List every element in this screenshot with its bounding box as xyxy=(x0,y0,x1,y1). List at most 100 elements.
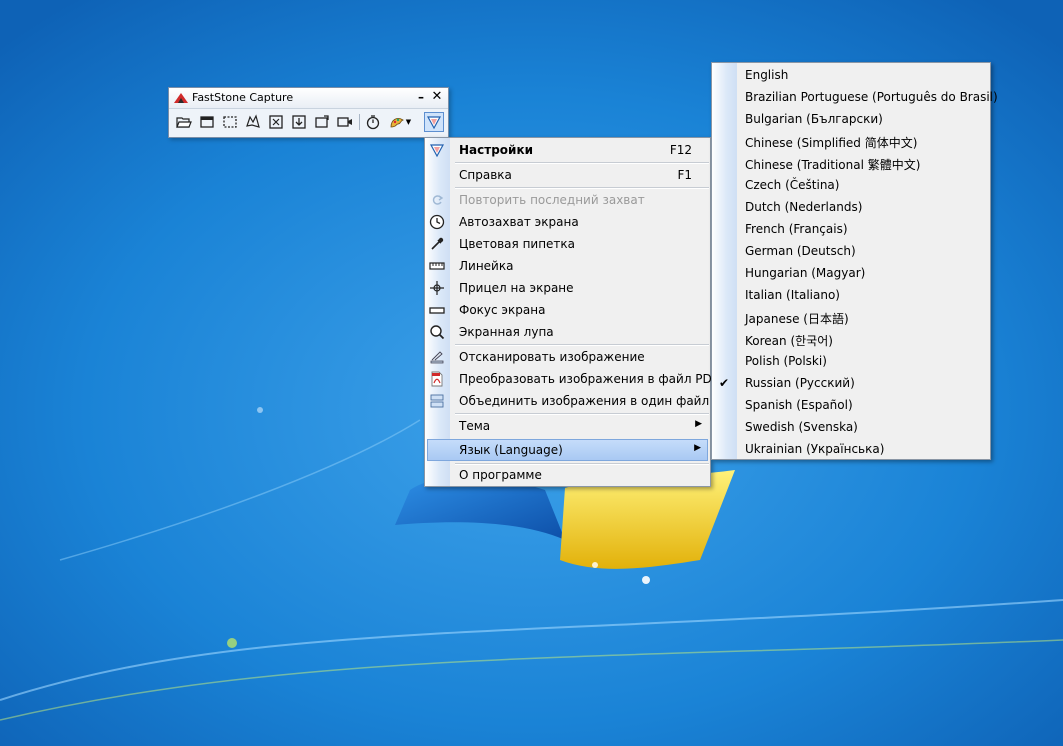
capture-rectangle-icon[interactable] xyxy=(220,112,240,132)
menu-item-repeat-capture: Повторить последний захват xyxy=(427,189,708,211)
language-item-label: Chinese (Simplified 简体中文) xyxy=(745,136,918,150)
language-submenu: English Brazilian Portuguese (Português d… xyxy=(711,62,998,460)
language-item-label: Czech (Čeština) xyxy=(745,178,840,192)
menu-item-label: Цветовая пипетка xyxy=(459,237,576,251)
focus-bar-icon xyxy=(428,302,446,318)
menu-item-convert-pdf[interactable]: Преобразовать изображения в файл PDF xyxy=(427,368,719,390)
open-folder-icon[interactable] xyxy=(174,112,194,132)
language-item[interactable]: Korean (한국어) xyxy=(714,328,988,350)
language-item[interactable]: Brazilian Portuguese (Português do Brasi… xyxy=(714,86,998,108)
screen-recorder-icon[interactable] xyxy=(335,112,355,132)
menu-item-magnifier[interactable]: Экранная лупа xyxy=(427,321,708,343)
menu-item-autocapture[interactable]: Автозахват экрана xyxy=(427,211,708,233)
menu-item-theme[interactable]: Тема ▶ xyxy=(427,415,708,437)
language-item-label: English xyxy=(745,68,789,82)
capture-freehand-icon[interactable] xyxy=(243,112,263,132)
menu-item-label: Прицел на экране xyxy=(459,281,574,295)
menu-item-crosshair[interactable]: Прицел на экране xyxy=(427,277,708,299)
menu-item-label: Тема xyxy=(459,419,491,433)
language-item[interactable]: ✔ Russian (Русский) xyxy=(714,372,988,394)
capture-fullscreen-icon[interactable] xyxy=(266,112,286,132)
clock-icon xyxy=(428,214,446,230)
language-item[interactable]: Italian (Italiano) xyxy=(714,284,988,306)
language-item[interactable]: Spanish (Español) xyxy=(714,394,988,416)
menu-item-ruler[interactable]: Линейка xyxy=(427,255,708,277)
menu-item-settings[interactable]: Настройки F12 xyxy=(427,139,708,161)
settings-icon xyxy=(428,142,446,158)
language-item-label: Korean (한국어) xyxy=(745,334,833,348)
menu-item-language[interactable]: Язык (Language) ▶ xyxy=(427,439,708,461)
menu-item-label: Отсканировать изображение xyxy=(459,350,645,364)
language-item-label: Brazilian Portuguese (Português do Brasi… xyxy=(745,90,998,104)
checkmark-icon: ✔ xyxy=(719,376,730,390)
menu-item-label: Автозахват экрана xyxy=(459,215,579,229)
menu-item-label: Справка xyxy=(459,168,512,182)
language-item[interactable]: Japanese (日本語) xyxy=(714,306,988,328)
language-item[interactable]: English xyxy=(714,64,988,86)
menu-item-help[interactable]: Справка F1 xyxy=(427,164,708,186)
shortcut-label: F12 xyxy=(669,143,692,157)
minimize-icon[interactable]: – xyxy=(415,89,427,105)
settings-menu-icon[interactable] xyxy=(424,112,444,132)
magnifier-icon xyxy=(428,324,446,340)
settings-context-menu: Настройки F12 Справка F1 Повторить после… xyxy=(424,137,719,487)
menu-item-label: О программе xyxy=(459,468,542,482)
submenu-arrow-icon: ▶ xyxy=(695,419,702,429)
crosshair-icon xyxy=(428,280,446,296)
language-item[interactable]: Dutch (Nederlands) xyxy=(714,196,988,218)
menu-item-label: Повторить последний захват xyxy=(459,193,645,207)
capture-scrolling-icon[interactable] xyxy=(289,112,309,132)
menu-item-combine-images[interactable]: Объединить изображения в один файл xyxy=(427,390,710,412)
language-item-label: Swedish (Svenska) xyxy=(745,420,858,434)
language-item[interactable]: Chinese (Traditional 繁體中文) xyxy=(714,152,988,174)
capture-fixed-region-icon[interactable] xyxy=(312,112,332,132)
menu-item-about[interactable]: О программе xyxy=(427,464,708,486)
language-item[interactable]: Swedish (Svenska) xyxy=(714,416,988,438)
language-item-label: Spanish (Español) xyxy=(745,398,853,412)
output-destination-icon[interactable]: ▼ xyxy=(386,112,414,132)
language-item[interactable]: Polish (Polski) xyxy=(714,350,988,372)
title-bar[interactable]: FastStone Capture – ✕ xyxy=(169,88,448,109)
menu-item-label: Язык (Language) xyxy=(459,443,563,457)
submenu-arrow-icon: ▶ xyxy=(694,443,701,453)
menu-item-scan[interactable]: Отсканировать изображение xyxy=(427,346,708,368)
menu-item-label: Фокус экрана xyxy=(459,303,546,317)
language-item-label: Chinese (Traditional 繁體中文) xyxy=(745,158,921,172)
menu-item-label: Линейка xyxy=(459,259,514,273)
capture-window-icon[interactable] xyxy=(197,112,217,132)
pdf-icon xyxy=(428,371,446,387)
combine-images-icon xyxy=(428,393,446,409)
timer-icon[interactable] xyxy=(363,112,383,132)
language-item-label: Italian (Italiano) xyxy=(745,288,840,302)
language-item-label: Ukrainian (Українська) xyxy=(745,442,885,456)
language-item[interactable]: Hungarian (Magyar) xyxy=(714,262,988,284)
faststone-logo-icon xyxy=(174,93,188,103)
language-item[interactable]: German (Deutsch) xyxy=(714,240,988,262)
menu-item-label: Преобразовать изображения в файл PDF xyxy=(459,372,719,386)
language-item[interactable]: Ukrainian (Українська) xyxy=(714,438,988,460)
eyedropper-icon xyxy=(428,236,446,252)
window-title: FastStone Capture xyxy=(192,91,294,104)
language-item-label: Russian (Русский) xyxy=(745,376,855,390)
language-item-label: Bulgarian (Български) xyxy=(745,112,883,126)
scanner-icon xyxy=(428,349,446,365)
language-item-label: Polish (Polski) xyxy=(745,354,827,368)
language-item-label: German (Deutsch) xyxy=(745,244,856,258)
menu-item-label: Настройки xyxy=(459,143,534,157)
menu-item-color-picker[interactable]: Цветовая пипетка xyxy=(427,233,708,255)
repeat-icon xyxy=(428,192,446,208)
language-item[interactable]: Czech (Čeština) xyxy=(714,174,988,196)
ruler-icon xyxy=(428,258,446,274)
language-item-label: Dutch (Nederlands) xyxy=(745,200,863,214)
faststone-capture-window: FastStone Capture – ✕ ▼ xyxy=(168,87,449,138)
language-item[interactable]: French (Français) xyxy=(714,218,988,240)
menu-item-label: Объединить изображения в один файл xyxy=(459,394,710,408)
language-item[interactable]: Chinese (Simplified 简体中文) xyxy=(714,130,988,152)
close-icon[interactable]: ✕ xyxy=(431,89,443,105)
toolbar-separator xyxy=(359,114,360,130)
language-item[interactable]: Bulgarian (Български) xyxy=(714,108,988,130)
language-item-label: Hungarian (Magyar) xyxy=(745,266,866,280)
menu-item-screen-focus[interactable]: Фокус экрана xyxy=(427,299,708,321)
language-item-label: French (Français) xyxy=(745,222,848,236)
language-item-label: Japanese (日本語) xyxy=(745,312,849,326)
